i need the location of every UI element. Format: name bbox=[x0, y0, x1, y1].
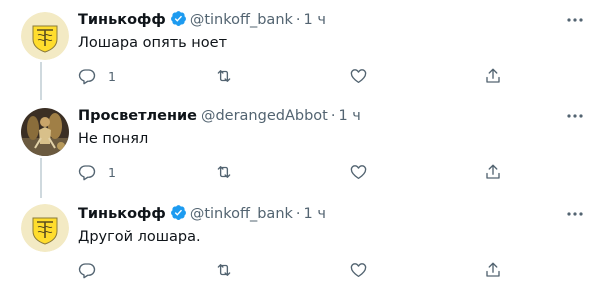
retweet-icon bbox=[217, 166, 231, 178]
retweet-button[interactable] bbox=[214, 260, 246, 280]
retweet-button[interactable] bbox=[214, 66, 246, 86]
tinkoff-emblem-icon bbox=[21, 204, 69, 252]
reply-button[interactable] bbox=[78, 260, 108, 280]
author-handle[interactable]: @tinkoff_bank bbox=[190, 12, 293, 28]
share-icon bbox=[486, 262, 500, 277]
reply-icon bbox=[78, 69, 96, 85]
tweet-text: Другой лошара. bbox=[78, 229, 201, 245]
tweet-time[interactable]: 1 ч bbox=[338, 108, 360, 124]
tweet-header: Просветление @derangedAbbot · 1 ч bbox=[78, 105, 563, 127]
separator-dot: · bbox=[295, 12, 301, 28]
share-icon bbox=[486, 164, 500, 179]
retweet-button[interactable] bbox=[214, 162, 246, 182]
tinkoff-emblem-icon bbox=[21, 12, 69, 60]
tweet-text: Лошара опять ноет bbox=[78, 35, 228, 51]
retweet-icon bbox=[217, 70, 231, 82]
reply-button[interactable]: 1 bbox=[78, 66, 116, 86]
heart-icon bbox=[350, 263, 367, 278]
share-button[interactable] bbox=[484, 260, 502, 280]
like-button[interactable] bbox=[349, 162, 380, 182]
tweet[interactable]: Просветление @derangedAbbot · 1 ч Не понял … bbox=[0, 96, 603, 194]
tweet[interactable]: Тинькофф @tinkoff_bank · 1 ч Лошара опять н… bbox=[0, 0, 603, 96]
retweet-icon bbox=[217, 264, 231, 276]
verified-badge-icon bbox=[170, 10, 187, 34]
reply-icon bbox=[78, 165, 96, 181]
heart-icon bbox=[350, 165, 367, 180]
tweet-time[interactable]: 1 ч bbox=[304, 12, 326, 28]
reply-icon bbox=[78, 263, 96, 279]
reply-count: 1 bbox=[108, 164, 116, 180]
avatar[interactable] bbox=[21, 204, 69, 252]
like-button[interactable] bbox=[349, 66, 380, 86]
more-options-icon[interactable] bbox=[565, 10, 585, 30]
more-options-icon[interactable] bbox=[565, 106, 585, 126]
like-button[interactable] bbox=[349, 260, 380, 280]
verified-badge-icon bbox=[170, 204, 187, 228]
separator-dot: · bbox=[330, 108, 336, 124]
avatar[interactable] bbox=[21, 108, 69, 156]
share-button[interactable] bbox=[484, 162, 502, 182]
author-handle[interactable]: @tinkoff_bank bbox=[190, 206, 293, 222]
tweet-text: Не понял bbox=[78, 131, 149, 147]
tweet[interactable]: Тинькофф @tinkoff_bank · 1 ч Другой лошара. bbox=[0, 194, 603, 291]
more-options-icon[interactable] bbox=[565, 204, 585, 224]
user-photo-avatar bbox=[21, 108, 69, 156]
share-button[interactable] bbox=[484, 66, 502, 86]
share-icon bbox=[486, 68, 500, 83]
reply-button[interactable]: 1 bbox=[78, 162, 116, 182]
avatar[interactable] bbox=[21, 12, 69, 60]
separator-dot: · bbox=[295, 206, 301, 222]
heart-icon bbox=[350, 69, 367, 84]
reply-count: 1 bbox=[108, 68, 116, 84]
tweet-header: Тинькофф @tinkoff_bank · 1 ч bbox=[78, 203, 563, 225]
author-handle[interactable]: @derangedAbbot bbox=[201, 108, 328, 124]
tweet-header: Тинькофф @tinkoff_bank · 1 ч bbox=[78, 9, 563, 31]
author-name[interactable]: Просветление bbox=[78, 108, 197, 124]
author-name[interactable]: Тинькофф bbox=[78, 206, 166, 222]
tweet-time[interactable]: 1 ч bbox=[304, 206, 326, 222]
author-name[interactable]: Тинькофф bbox=[78, 12, 166, 28]
